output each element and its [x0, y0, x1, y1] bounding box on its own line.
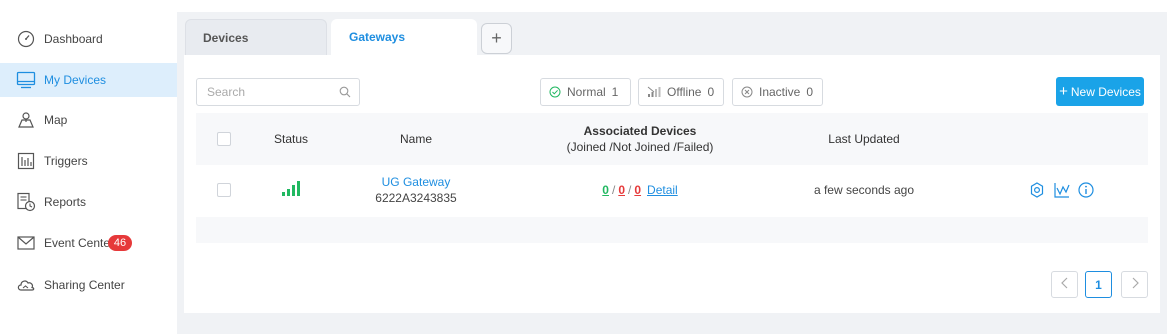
- chevron-left-icon: [1060, 277, 1069, 292]
- failed-count[interactable]: 0: [634, 182, 641, 198]
- sidebar-item-event-center[interactable]: Event Center 46: [0, 226, 177, 260]
- tab-devices[interactable]: Devices: [185, 19, 327, 55]
- sidebar: Dashboard My Devices Map Triggers Report…: [0, 0, 177, 334]
- select-all-checkbox[interactable]: [217, 132, 231, 146]
- plus-icon: +: [491, 28, 502, 48]
- page-number: 1: [1085, 271, 1112, 298]
- prev-page-button[interactable]: [1051, 271, 1078, 298]
- sidebar-item-label: Dashboard: [44, 32, 103, 46]
- sidebar-item-reports[interactable]: Reports: [0, 185, 177, 219]
- filter-normal[interactable]: Normal 1: [540, 78, 631, 106]
- table-row[interactable]: UG Gateway 6222A3243835 0 / 0 / 0 Detail…: [196, 165, 1148, 215]
- sidebar-item-label: My Devices: [44, 73, 107, 87]
- sidebar-item-label: Sharing Center: [44, 278, 125, 292]
- chevron-right-icon: [1131, 277, 1139, 292]
- main-content: Devices Gateways + Normal 1 Offline 0: [177, 12, 1167, 334]
- search-icon[interactable]: [339, 85, 351, 103]
- signal-off-icon: [647, 86, 661, 98]
- filter-offline[interactable]: Offline 0: [638, 78, 724, 106]
- table-header: Status Name Associated Devices (Joined /…: [196, 113, 1148, 165]
- column-header-last-updated: Last Updated: [809, 113, 919, 165]
- last-updated-cell: a few seconds ago: [794, 165, 934, 215]
- gateway-name-link[interactable]: UG Gateway: [382, 174, 451, 190]
- detail-link[interactable]: Detail: [647, 182, 678, 198]
- reports-icon: [16, 192, 36, 212]
- name-cell: UG Gateway 6222A3243835: [346, 165, 486, 215]
- not-joined-count[interactable]: 0: [618, 182, 625, 198]
- gateways-panel: Normal 1 Offline 0 Inactive 0 + New Devi…: [184, 55, 1160, 313]
- separator: /: [628, 183, 632, 197]
- cloud-share-icon: [16, 275, 36, 295]
- filter-count: 0: [806, 85, 814, 99]
- filter-label: Offline: [667, 85, 702, 99]
- sidebar-item-map[interactable]: Map: [0, 103, 177, 137]
- sidebar-item-label: Reports: [44, 195, 87, 209]
- add-tab-button[interactable]: +: [481, 23, 512, 54]
- new-devices-label: New Devices: [1070, 84, 1141, 99]
- empty-table-row: [196, 217, 1148, 243]
- tab-label: Gateways: [349, 30, 406, 44]
- search-input[interactable]: [197, 79, 337, 105]
- monitor-icon: [16, 70, 36, 90]
- filter-count: 0: [707, 85, 715, 99]
- settings-icon[interactable]: [1029, 182, 1045, 198]
- tab-label: Devices: [203, 30, 249, 45]
- column-header-associated-devices: Associated Devices (Joined /Not Joined /…: [534, 113, 746, 165]
- separator: /: [611, 183, 616, 197]
- next-page-button[interactable]: [1121, 271, 1148, 298]
- event-count-badge: 46: [108, 235, 132, 251]
- joined-count[interactable]: 0: [602, 182, 609, 198]
- filter-label: Normal: [567, 85, 606, 99]
- header-label: Status: [273, 132, 309, 146]
- filter-count: 1: [611, 85, 619, 99]
- row-checkbox[interactable]: [217, 183, 231, 197]
- gateway-serial: 6222A3243835: [375, 191, 457, 205]
- sidebar-item-label: Triggers: [44, 154, 88, 168]
- sidebar-item-triggers[interactable]: Triggers: [0, 144, 177, 178]
- dashboard-gauge-icon: [16, 29, 36, 49]
- plus-icon: +: [1059, 83, 1068, 100]
- sidebar-item-label: Map: [44, 113, 68, 127]
- header-label: Associated Devices: [583, 124, 697, 138]
- associated-devices-cell: 0 / 0 / 0 Detail: [534, 165, 746, 215]
- tab-gateways[interactable]: Gateways: [331, 19, 477, 55]
- new-devices-button[interactable]: + New Devices: [1056, 77, 1144, 106]
- x-circle-icon: [741, 86, 753, 98]
- last-updated-text: a few seconds ago: [813, 183, 915, 197]
- page-number-button[interactable]: 1: [1085, 271, 1112, 298]
- header-label: Last Updated: [828, 132, 900, 146]
- map-icon: [16, 110, 36, 130]
- sidebar-item-dashboard[interactable]: Dashboard: [0, 22, 177, 56]
- sidebar-item-label: Event Center: [44, 236, 115, 250]
- check-circle-icon: [549, 86, 561, 98]
- triggers-icon: [16, 151, 36, 171]
- chart-icon[interactable]: [1054, 182, 1070, 198]
- header-sublabel: (Joined /Not Joined /Failed): [566, 140, 714, 154]
- envelope-icon: [16, 233, 36, 253]
- sidebar-item-my-devices[interactable]: My Devices: [0, 63, 177, 97]
- filter-label: Inactive: [759, 85, 801, 99]
- filter-inactive[interactable]: Inactive 0: [732, 78, 823, 106]
- sidebar-item-sharing-center[interactable]: Sharing Center: [0, 268, 177, 302]
- column-header-name: Name: [366, 113, 466, 165]
- status-cell: [251, 165, 331, 215]
- column-header-status: Status: [251, 113, 331, 165]
- search-box[interactable]: [196, 78, 360, 106]
- info-icon[interactable]: [1078, 182, 1094, 198]
- signal-strength-icon: [281, 180, 301, 200]
- header-label: Name: [399, 132, 432, 146]
